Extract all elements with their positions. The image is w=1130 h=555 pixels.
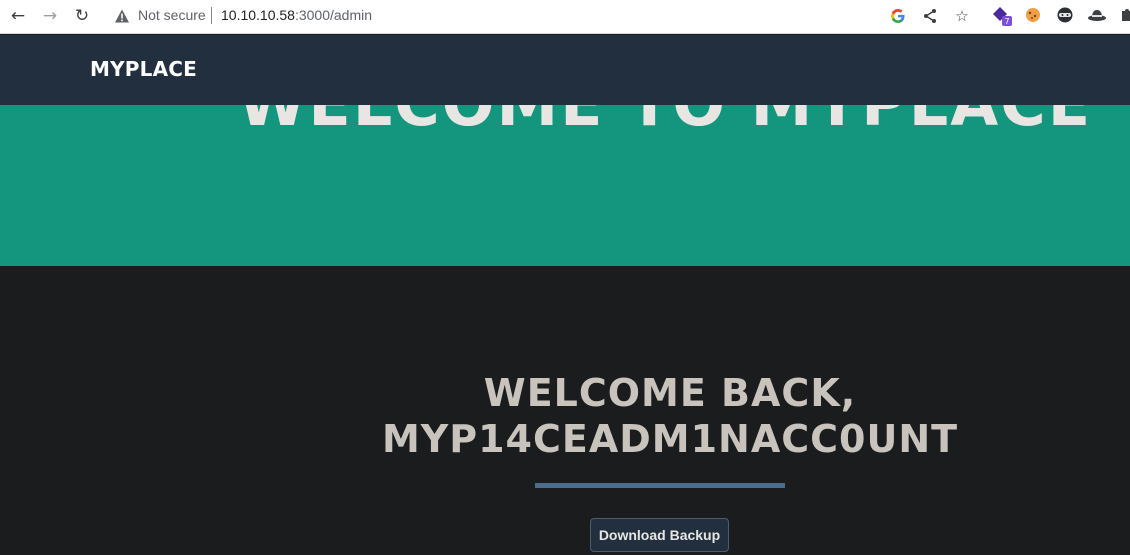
share-icon [924, 9, 936, 23]
warning-icon[interactable] [114, 8, 130, 24]
arrow-right-icon: → [42, 6, 58, 26]
reload-button[interactable]: ↻ [72, 6, 92, 26]
hat-icon [1088, 10, 1106, 21]
extension-badge: 7 [1004, 17, 1009, 26]
ninja-icon [1057, 7, 1073, 23]
site-header: MYPLACE [0, 35, 1130, 105]
extension-button-1[interactable]: 7 [990, 4, 1012, 26]
extension-button-4[interactable] [1086, 4, 1108, 26]
address-bar[interactable]: Not secure 10.10.10.58:3000/admin ☆ [104, 2, 982, 30]
security-label[interactable]: Not secure [138, 7, 206, 23]
google-icon [891, 9, 905, 23]
arrow-left-icon: ← [10, 6, 26, 26]
star-icon: ☆ [955, 7, 969, 25]
back-button[interactable]: ← [8, 6, 28, 26]
main-section: WELCOME BACK, MYP14CEADM1NACC0UNT Downlo… [0, 266, 1130, 555]
omnibox-divider [211, 7, 212, 24]
hero-section: WELCOME TO MYPLACE [0, 105, 1130, 266]
hero-title: WELCOME TO MYPLACE [238, 105, 1092, 135]
cookie-icon [1026, 8, 1040, 22]
welcome-heading: WELCOME BACK, MYP14CEADM1NACC0UNT [0, 370, 1130, 462]
share-button[interactable] [920, 6, 940, 26]
bookmark-button[interactable]: ☆ [952, 6, 972, 26]
purple-gem-icon: 7 [993, 7, 1012, 26]
puzzle-icon [1122, 9, 1130, 21]
url-host: 10.10.10.58 [221, 7, 295, 23]
extension-button-3[interactable] [1054, 4, 1076, 26]
extension-button-2[interactable] [1022, 4, 1044, 26]
google-lens-button[interactable] [888, 6, 908, 26]
url-text[interactable]: 10.10.10.58:3000/admin [221, 7, 372, 23]
welcome-username: MYP14CEADM1NACC0UNT [381, 417, 959, 461]
site-logo[interactable]: MYPLACE [90, 57, 197, 81]
section-divider [535, 483, 785, 488]
reload-icon: ↻ [74, 6, 90, 26]
browser-toolbar: ← → ↻ Not secure 10.10.10.58:3000/admin [0, 0, 1130, 34]
url-path: :3000/admin [294, 7, 373, 23]
extensions-menu-button[interactable] [1116, 4, 1130, 26]
forward-button[interactable]: → [40, 6, 60, 26]
download-backup-button[interactable]: Download Backup [590, 518, 729, 552]
welcome-line-1: WELCOME BACK, [483, 371, 857, 415]
